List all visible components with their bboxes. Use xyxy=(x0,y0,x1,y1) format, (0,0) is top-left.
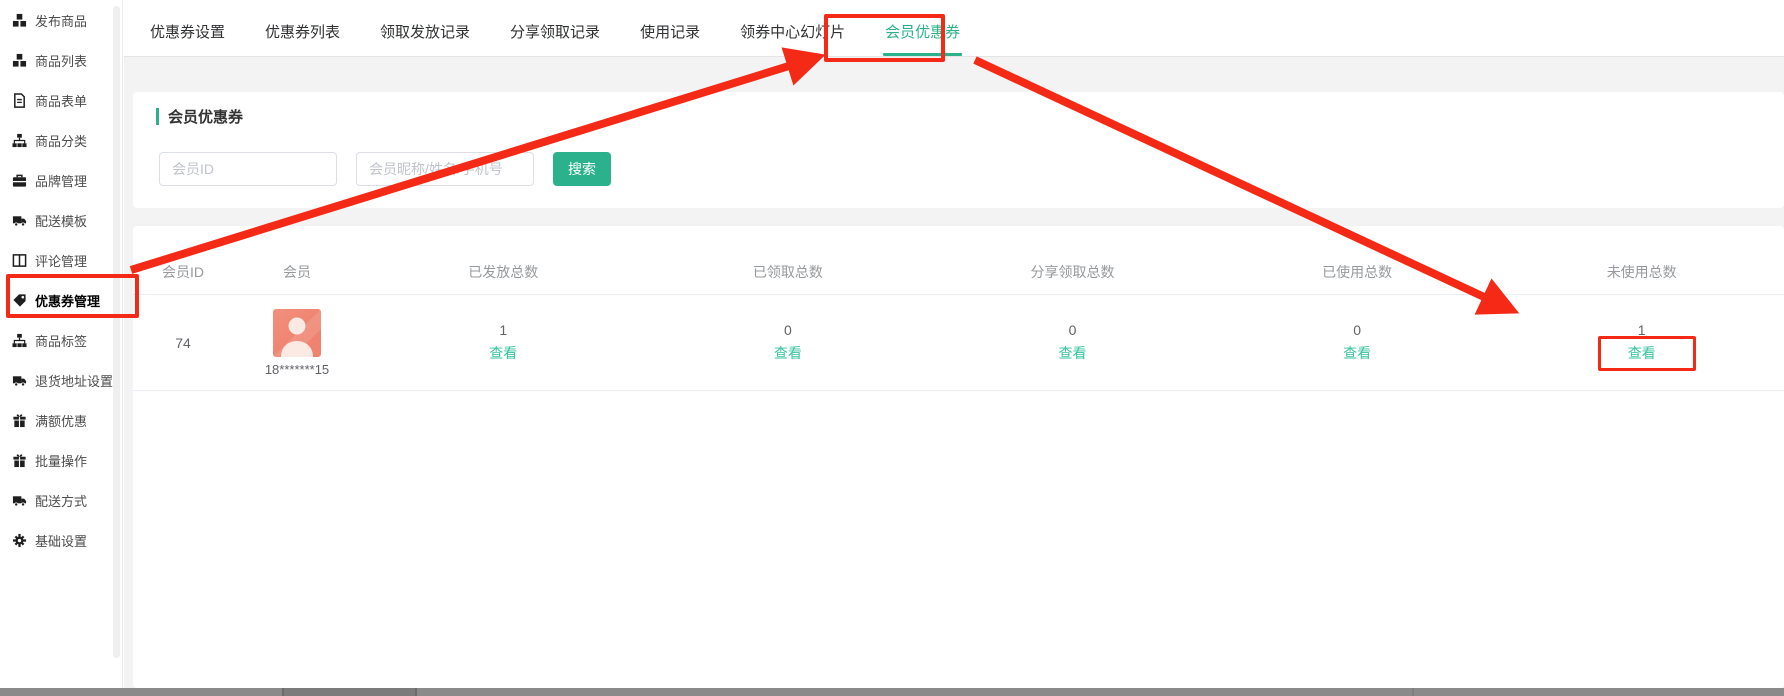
gift-icon xyxy=(12,453,27,468)
search-row: 搜索 xyxy=(156,152,1784,186)
tab-member-coupons[interactable]: 会员优惠券 xyxy=(883,21,962,56)
cell-unused-total: 1 查看 xyxy=(1499,322,1784,363)
sitemap-icon xyxy=(12,133,27,148)
tab-share-receive-records[interactable]: 分享领取记录 xyxy=(508,21,602,56)
col-header-received-total: 已领取总数 xyxy=(646,262,931,294)
search-button[interactable]: 搜索 xyxy=(553,152,611,186)
col-header-used-total: 已使用总数 xyxy=(1215,262,1500,294)
sidebar-item-label: 配送方式 xyxy=(35,491,87,510)
unused-total-value: 1 xyxy=(1638,322,1646,338)
sidebar-item-product-tags[interactable]: 商品标签 xyxy=(0,320,122,360)
truck-icon xyxy=(12,213,27,228)
sidebar-item-label: 商品分类 xyxy=(35,131,87,150)
tab-usage-records[interactable]: 使用记录 xyxy=(638,21,702,56)
bottom-bar-divider xyxy=(1412,688,1414,696)
document-icon xyxy=(12,93,27,108)
cell-member-id: 74 xyxy=(133,335,233,351)
columns-icon xyxy=(12,253,27,268)
col-header-member-id: 会员ID xyxy=(133,262,233,294)
sidebar-item-label: 商品标签 xyxy=(35,331,87,350)
col-header-share-received-total: 分享领取总数 xyxy=(930,262,1215,294)
bottom-window-bar xyxy=(0,688,1784,696)
share-received-total-value: 0 xyxy=(1069,322,1077,338)
sidebar-item-label: 品牌管理 xyxy=(35,171,87,190)
truck-icon xyxy=(12,493,27,508)
cell-received-total: 0 查看 xyxy=(646,322,931,363)
table-header-row: 会员ID 会员 已发放总数 已领取总数 分享领取总数 已使用总数 未使用总数 xyxy=(133,226,1784,295)
sidebar-item-return-address-settings[interactable]: 退货地址设置 xyxy=(0,360,122,400)
cell-issued-total: 1 查看 xyxy=(361,322,646,363)
sidebar-item-label: 批量操作 xyxy=(35,451,87,470)
tag-icon xyxy=(12,293,27,308)
view-unused-link[interactable]: 查看 xyxy=(1628,343,1656,363)
col-header-issued-total: 已发放总数 xyxy=(361,262,646,294)
cubes-icon xyxy=(12,13,27,28)
sidebar: 发布商品 商品列表 商品表单 商品分类 品牌管理 配送模板 评论管理 优惠券管 xyxy=(0,0,123,688)
title-accent-bar xyxy=(156,108,159,125)
bottom-bar-segment xyxy=(282,688,415,696)
sidebar-item-delivery-template[interactable]: 配送模板 xyxy=(0,200,122,240)
member-id-input[interactable] xyxy=(159,152,337,186)
sidebar-item-label: 评论管理 xyxy=(35,251,87,270)
sidebar-item-batch-operations[interactable]: 批量操作 xyxy=(0,440,122,480)
col-header-unused-total: 未使用总数 xyxy=(1499,262,1784,294)
sidebar-item-brand-management[interactable]: 品牌管理 xyxy=(0,160,122,200)
member-coupon-panel: 会员优惠券 搜索 xyxy=(133,92,1784,208)
sidebar-item-label: 配送模板 xyxy=(35,211,87,230)
sidebar-item-label: 退货地址设置 xyxy=(35,371,113,390)
member-avatar xyxy=(273,309,321,357)
sidebar-item-label: 满额优惠 xyxy=(35,411,87,430)
member-coupon-table: 会员ID 会员 已发放总数 已领取总数 分享领取总数 已使用总数 未使用总数 7… xyxy=(133,226,1784,688)
sidebar-item-product-form[interactable]: 商品表单 xyxy=(0,80,122,120)
sidebar-item-label: 发布商品 xyxy=(35,11,87,30)
member-phone: 18*******15 xyxy=(265,362,329,377)
truck-icon xyxy=(12,373,27,388)
col-header-member: 会员 xyxy=(233,262,361,294)
gear-icon xyxy=(12,533,27,548)
issued-total-value: 1 xyxy=(499,322,507,338)
sidebar-item-delivery-method[interactable]: 配送方式 xyxy=(0,480,122,520)
cell-share-received-total: 0 查看 xyxy=(930,322,1215,363)
bottom-bar-divider xyxy=(282,688,284,696)
cell-member: 18*******15 xyxy=(233,309,361,377)
sidebar-item-full-amount-discount[interactable]: 满额优惠 xyxy=(0,400,122,440)
sidebar-item-coupon-management[interactable]: 优惠券管理 xyxy=(0,280,122,320)
used-total-value: 0 xyxy=(1353,322,1361,338)
bottom-bar-divider xyxy=(415,688,417,696)
cell-used-total: 0 查看 xyxy=(1215,322,1500,363)
view-used-link[interactable]: 查看 xyxy=(1343,343,1371,363)
gift-icon xyxy=(12,413,27,428)
member-info-input[interactable] xyxy=(356,152,534,186)
panel-title-text: 会员优惠券 xyxy=(168,106,243,127)
sitemap-icon xyxy=(12,333,27,348)
sidebar-scrollbar[interactable] xyxy=(113,6,120,658)
coupon-tabbar: 优惠券设置 优惠券列表 领取发放记录 分享领取记录 使用记录 领券中心幻灯片 会… xyxy=(124,0,1784,57)
table-row: 74 18*******15 1 查看 0 查看 0 查看 xyxy=(133,295,1784,391)
tab-coupon-list[interactable]: 优惠券列表 xyxy=(263,21,342,56)
tab-receive-issue-records[interactable]: 领取发放记录 xyxy=(378,21,472,56)
sidebar-item-product-list[interactable]: 商品列表 xyxy=(0,40,122,80)
view-received-link[interactable]: 查看 xyxy=(774,343,802,363)
briefcase-icon xyxy=(12,173,27,188)
section-title: 会员优惠券 xyxy=(156,106,1784,127)
sidebar-item-label: 商品表单 xyxy=(35,91,87,110)
view-share-received-link[interactable]: 查看 xyxy=(1058,343,1086,363)
sidebar-item-label: 优惠券管理 xyxy=(35,291,100,310)
tab-coupon-center-slides[interactable]: 领券中心幻灯片 xyxy=(738,21,847,56)
content-area: 会员优惠券 搜索 会员ID 会员 已发放总数 已领取总数 分享领取总数 已使用总… xyxy=(124,57,1784,688)
main-area: 优惠券设置 优惠券列表 领取发放记录 分享领取记录 使用记录 领券中心幻灯片 会… xyxy=(124,0,1784,688)
sidebar-item-basic-settings[interactable]: 基础设置 xyxy=(0,520,122,560)
sidebar-item-label: 商品列表 xyxy=(35,51,87,70)
received-total-value: 0 xyxy=(784,322,792,338)
sidebar-item-label: 基础设置 xyxy=(35,531,87,550)
view-issued-link[interactable]: 查看 xyxy=(489,343,517,363)
cubes-icon xyxy=(12,53,27,68)
sidebar-item-product-category[interactable]: 商品分类 xyxy=(0,120,122,160)
sidebar-item-comment-management[interactable]: 评论管理 xyxy=(0,240,122,280)
tab-coupon-settings[interactable]: 优惠券设置 xyxy=(148,21,227,56)
sidebar-item-publish-product[interactable]: 发布商品 xyxy=(0,0,122,40)
